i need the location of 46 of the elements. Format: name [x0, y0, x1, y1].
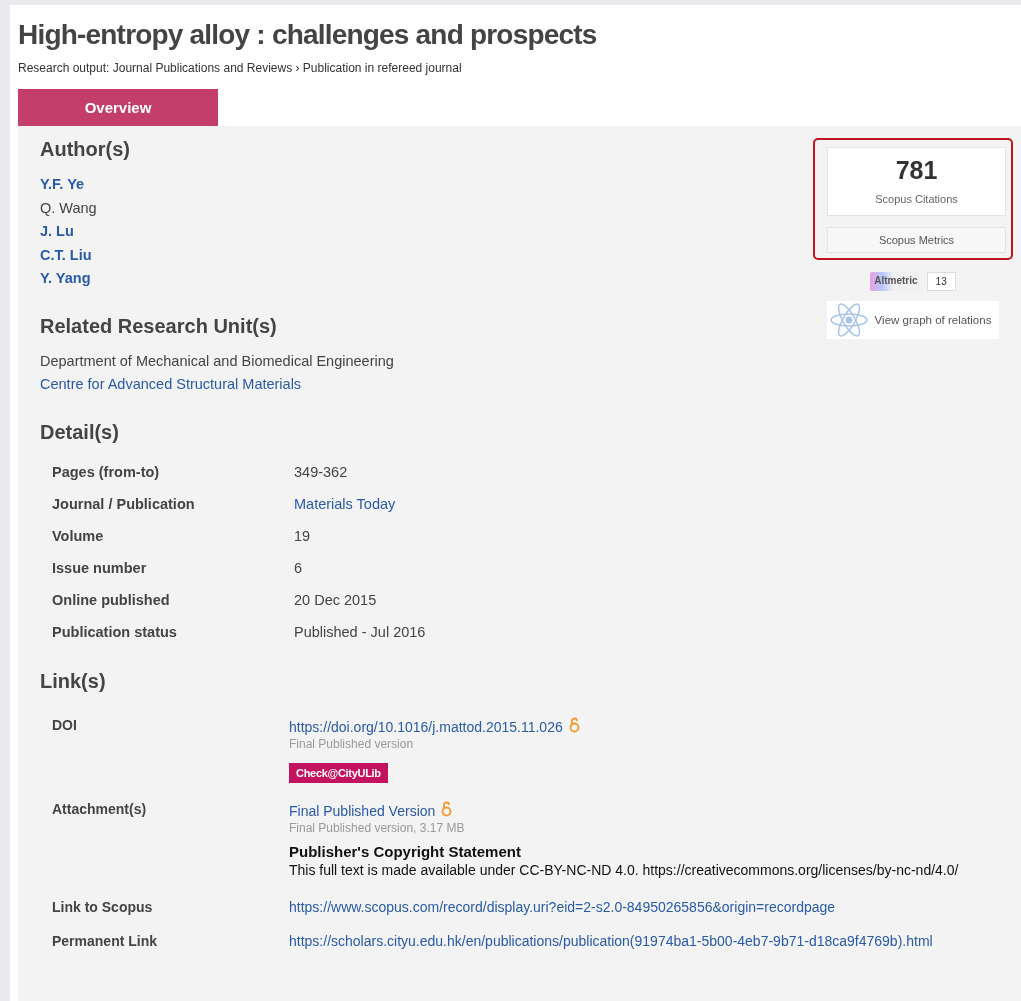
detail-value: 20 Dec 2015 — [294, 591, 377, 608]
link[interactable]: Final Published Version — [289, 802, 436, 819]
detail-label: Publication status — [52, 623, 177, 640]
detail-label: Volume — [52, 527, 104, 544]
detail-label: Online published — [52, 591, 170, 608]
graph-link[interactable]: View graph of relations — [826, 301, 1000, 339]
author-link[interactable]: Y.F. Ye — [40, 173, 85, 197]
author-link[interactable]: J. Lu — [40, 220, 74, 244]
breadcrumb: Research output: Journal Publications and Reviews › Publication in refereed journal — [18, 61, 462, 75]
section-heading: Link(s) — [40, 669, 106, 693]
version-note: Final Published version, 3.17 MB — [289, 820, 465, 835]
link[interactable]: https://doi.org/10.1016/j.mattod.2015.11.026 — [289, 718, 563, 735]
detail-value: Published - Jul 2016 — [294, 623, 426, 640]
unit-name: Department of Mechanical and Biomedical Engineering — [40, 351, 394, 371]
tab[interactable]: Overview — [18, 89, 218, 126]
link[interactable]: https://scholars.cityu.edu.hk/en/publications/publication(91974ba1-5b00-4eb7-9b71-d18ca9f4769b).html — [289, 932, 933, 949]
link-label: Permanent Link — [52, 932, 158, 949]
graph-link-text[interactable]: View graph of relations — [874, 314, 992, 326]
citation-label: Scopus Citations — [875, 193, 958, 205]
atom-icon — [828, 303, 869, 337]
section-heading: Author(s) — [40, 138, 130, 161]
link-label: Attachment(s) — [52, 800, 147, 819]
version-note: Final Published version — [289, 736, 414, 751]
author-link[interactable]: Y. Yang — [40, 267, 91, 291]
author-name: Q. Wang — [40, 198, 97, 218]
detail-label: Issue number — [52, 559, 147, 576]
detail-value: 6 — [294, 559, 303, 576]
section-heading: Detail(s) — [40, 420, 119, 444]
link-label: DOI — [52, 716, 77, 735]
statement-title: Publisher's Copyright Statement — [289, 842, 521, 860]
statement-text: This full text is made available under CC-BY-NC-ND 4.0. https://creativecommons.org/licenses/by-nc-nd/4.0/ — [289, 860, 960, 880]
detail-value: 349-362 — [294, 463, 348, 480]
author-link[interactable]: C.T. Liu — [40, 243, 92, 267]
section-heading: Related Research Unit(s) — [40, 314, 277, 338]
citation-count: 781 — [895, 156, 938, 185]
page-title: High-entropy alloy : challenges and prospects — [18, 19, 597, 51]
link-label: Link to Scopus — [52, 898, 153, 915]
detail-label: Journal / Publication — [52, 495, 195, 512]
link[interactable]: https://www.scopus.com/record/display.uri?eid=2-s2.0-84950265856&origin=recordpage — [289, 898, 836, 915]
library-button[interactable]: Check@CityULib — [289, 762, 388, 783]
detail-label: Pages (from-to) — [52, 463, 160, 480]
unit-link[interactable]: Centre for Advanced Structural Materials — [40, 373, 302, 397]
detail-link[interactable]: Materials Today — [294, 495, 396, 512]
detail-value: 19 — [294, 527, 311, 544]
altmetric-count: 13 — [926, 272, 956, 291]
metrics-button[interactable]: Scopus Metrics — [827, 227, 1006, 253]
